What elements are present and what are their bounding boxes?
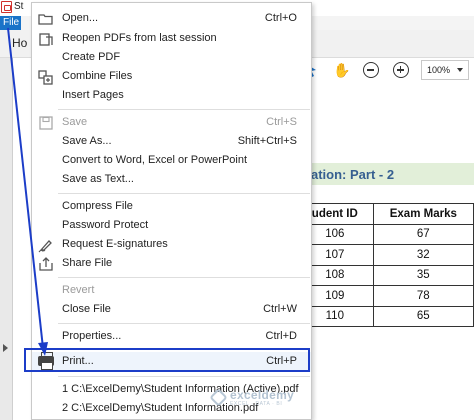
table-row: 108 35 (296, 264, 474, 286)
menu-separator (58, 277, 310, 278)
save-icon (39, 116, 53, 130)
table-row: 110 65 (296, 305, 474, 327)
menu-item-password-protect[interactable]: Password Protect (32, 216, 311, 236)
watermark-tagline: EXCEL · DATA · BI (230, 401, 283, 407)
zoom-in-icon[interactable] (393, 62, 409, 78)
menu-item-insert-pages[interactable]: Insert Pages (32, 86, 311, 106)
menu-item-create-pdf[interactable]: Create PDF (32, 48, 311, 68)
table-row: 106 67 (296, 223, 474, 245)
exam-marks-cell: 32 (372, 244, 474, 266)
menu-item-reopen-pdfs[interactable]: Reopen PDFs from last session (32, 29, 311, 49)
window-title: St (14, 1, 24, 12)
menu-item-label: Save as Text... (62, 173, 134, 185)
hand-tool-icon[interactable]: ✋ (333, 62, 350, 78)
menu-item-share-file[interactable]: Share File (32, 254, 311, 274)
menu-item-shortcut: Ctrl+W (263, 303, 297, 315)
menu-item-save[interactable]: Save Ctrl+S (32, 113, 311, 133)
document-heading: ation: Part - 2 (311, 167, 395, 182)
menu-item-shortcut: Ctrl+S (266, 116, 297, 128)
menu-item-label: Request E-signatures (62, 238, 168, 250)
menu-item-label: Close File (62, 303, 111, 315)
table-row: 107 32 (296, 244, 474, 266)
menu-separator (58, 193, 310, 194)
menu-item-save-as[interactable]: Save As... Shift+Ctrl+S (32, 132, 311, 152)
table-row: 109 78 (296, 285, 474, 307)
file-menu-button[interactable]: File (0, 16, 21, 30)
tab-home[interactable]: Ho (12, 36, 27, 50)
expand-panel-icon[interactable] (3, 344, 8, 352)
menu-item-save-as-text[interactable]: Save as Text... (32, 170, 311, 190)
document-heading-band: ation: Part - 2 (311, 163, 474, 185)
menu-item-properties[interactable]: Properties... Ctrl+D (32, 327, 311, 347)
menu-item-convert[interactable]: Convert to Word, Excel or PowerPoint (32, 151, 311, 171)
menu-item-shortcut: Ctrl+O (264, 12, 297, 24)
exam-marks-cell: 35 (372, 264, 474, 286)
menu-item-label: Combine Files (62, 70, 133, 82)
menu-item-label: Revert (62, 284, 95, 296)
menu-item-label: Insert Pages (62, 89, 124, 101)
menu-item-revert[interactable]: Revert (32, 281, 311, 301)
signature-pen-icon (38, 240, 52, 253)
student-table: udent ID Exam Marks 106 67 107 32 108 35… (296, 203, 474, 327)
menu-item-label: Properties... (62, 330, 122, 342)
menu-item-label: Create PDF (62, 51, 121, 63)
navigation-panel (0, 58, 13, 420)
exam-marks-cell: 78 (372, 285, 474, 307)
print-highlight-box (24, 348, 310, 372)
menu-item-compress-file[interactable]: Compress File (32, 197, 311, 217)
exceldemy-logo-icon (209, 388, 228, 407)
pdf-app-icon (1, 1, 12, 13)
watermark-name: exceldemy (230, 388, 295, 402)
reopen-icon (39, 33, 53, 46)
menu-separator (58, 376, 310, 377)
menu-item-shortcut: Ctrl+D (265, 330, 297, 342)
combine-files-icon (38, 70, 53, 85)
menu-item-label: Password Protect (62, 219, 149, 231)
menu-item-label: Save (62, 116, 88, 128)
menu-item-label: Share File (62, 257, 113, 269)
menu-separator (58, 323, 310, 324)
menu-item-label: Reopen PDFs from last session (62, 32, 217, 44)
menu-item-close-file[interactable]: Close File Ctrl+W (32, 300, 311, 320)
exam-marks-cell: 65 (372, 305, 474, 327)
menu-item-combine-files[interactable]: Combine Files (32, 67, 311, 87)
zoom-level-select[interactable]: 100% (421, 60, 469, 80)
menu-item-open[interactable]: Open... Ctrl+O (32, 9, 311, 29)
menu-item-label: Compress File (62, 200, 133, 212)
exceldemy-watermark: exceldemy EXCEL · DATA · BI (209, 388, 312, 410)
menu-item-request-esignatures[interactable]: Request E-signatures (32, 235, 311, 255)
zoom-out-icon[interactable] (363, 62, 379, 78)
share-icon (39, 257, 53, 271)
menu-item-label: Convert to Word, Excel or PowerPoint (62, 154, 248, 166)
open-folder-icon (38, 14, 53, 25)
table-header-exam-marks: Exam Marks (372, 203, 474, 225)
exam-marks-cell: 67 (372, 223, 474, 245)
menu-separator (58, 109, 310, 110)
menu-item-shortcut: Shift+Ctrl+S (237, 135, 297, 147)
menu-item-label: Save As... (62, 135, 112, 147)
menu-item-label: Open... (62, 12, 99, 24)
